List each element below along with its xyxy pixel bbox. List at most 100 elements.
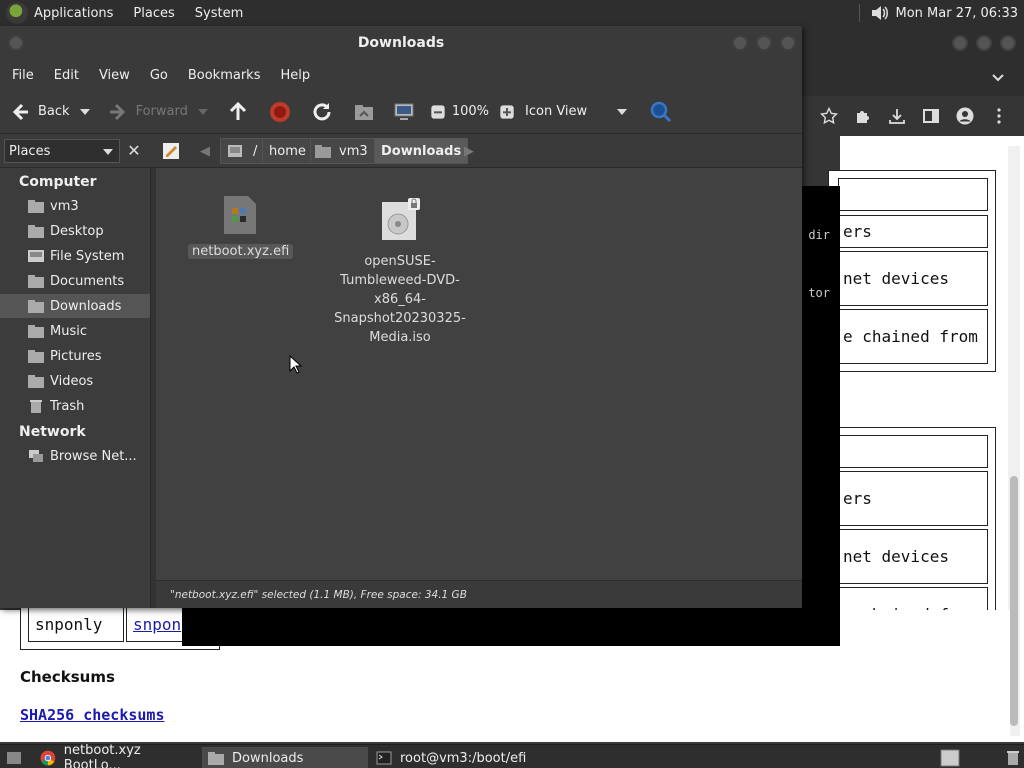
- clock[interactable]: Mon Mar 27, 06:33: [896, 6, 1018, 21]
- web-link-cell[interactable]: snpon: [126, 606, 186, 642]
- sidebar-item-vm3[interactable]: vm3: [0, 194, 150, 218]
- window-menu-button[interactable]: [8, 35, 24, 51]
- path-scroll-right-icon[interactable]: ▶: [464, 138, 474, 164]
- view-mode-select[interactable]: Icon View: [525, 104, 628, 119]
- profile-avatar-icon[interactable]: [956, 107, 974, 125]
- zoom-in-icon: [500, 104, 514, 119]
- applications-menu[interactable]: Applications: [34, 6, 113, 21]
- videos-folder-icon: [28, 375, 44, 388]
- zoom-out-button[interactable]: [430, 104, 446, 120]
- status-bar: "netboot.xyz.efi" selected (1.1 MB), Fre…: [156, 580, 802, 608]
- pictures-folder-icon: [28, 350, 44, 363]
- sidebar-item-videos[interactable]: Videos: [0, 369, 150, 393]
- forward-button[interactable]: Forward: [106, 100, 208, 124]
- sidebar-item-trash[interactable]: Trash: [0, 394, 150, 418]
- top-panel: Applications Places System Mon Mar 27, 0…: [0, 0, 1024, 26]
- taskbar: netboot.xyz BootLo... Downloads root@vm3…: [0, 743, 1024, 768]
- star-icon[interactable]: [819, 106, 839, 125]
- up-button[interactable]: [226, 100, 250, 124]
- browser-toolbar: [800, 96, 1024, 136]
- crumb-home[interactable]: home: [262, 138, 313, 164]
- menu-view[interactable]: View: [89, 68, 140, 83]
- volume-icon[interactable]: [870, 4, 888, 22]
- back-history-dropdown[interactable]: [79, 108, 90, 115]
- sidebar: Computer vm3 Desktop File System Documen…: [0, 168, 150, 608]
- path-scroll-left-icon[interactable]: ◀: [200, 138, 210, 164]
- minimize-button[interactable]: [732, 35, 748, 51]
- terminal-text: dir: [808, 228, 830, 242]
- stop-icon: [269, 101, 290, 122]
- close-sidebar-icon[interactable]: ✕: [124, 139, 144, 163]
- task-browser[interactable]: netboot.xyz BootLo...: [34, 743, 200, 768]
- sidebar-item-browse-network[interactable]: Browse Net...: [0, 444, 150, 468]
- file-name-line: Media.iso: [369, 330, 431, 345]
- sidebar-item-downloads[interactable]: Downloads: [0, 294, 150, 318]
- system-menu[interactable]: System: [195, 6, 243, 21]
- home-button[interactable]: [352, 100, 376, 124]
- show-desktop-button[interactable]: [0, 747, 26, 768]
- zoom-in-button[interactable]: [499, 104, 515, 120]
- view-mode-label: Icon View: [525, 104, 588, 119]
- browser-scrollbar[interactable]: [1008, 146, 1020, 736]
- terminal-text: tor: [808, 286, 830, 300]
- sidebar-item-music[interactable]: Music: [0, 319, 150, 343]
- maximize-button[interactable]: [756, 35, 772, 51]
- download-icon[interactable]: [888, 107, 906, 125]
- extensions-icon[interactable]: [854, 107, 872, 125]
- menu-edit[interactable]: Edit: [44, 68, 89, 83]
- sidebar-selector[interactable]: Places: [4, 139, 120, 163]
- file-item[interactable]: openSUSE- Tumbleweed-DVD- x86_64- Snapsh…: [330, 198, 470, 347]
- scrollbar-thumb[interactable]: [1010, 476, 1018, 726]
- sha256-checksums-link[interactable]: SHA256 checksums: [20, 706, 165, 724]
- fm-titlebar[interactable]: Downloads: [0, 26, 802, 60]
- search-icon: [650, 101, 672, 122]
- workspace-switcher-icon[interactable]: [934, 747, 960, 768]
- computer-button[interactable]: [392, 100, 416, 124]
- checksums-heading: Checksums: [20, 668, 115, 686]
- menu-bookmarks[interactable]: Bookmarks: [178, 68, 271, 83]
- executable-file-icon: [224, 196, 256, 234]
- search-button[interactable]: [649, 100, 673, 124]
- sidebar-item-documents[interactable]: Documents: [0, 269, 150, 293]
- distro-logo-icon[interactable]: [6, 2, 28, 24]
- close-button[interactable]: [780, 35, 796, 51]
- side-panel-icon[interactable]: [922, 107, 940, 125]
- menu-help[interactable]: Help: [270, 68, 320, 83]
- menubar: File Edit View Go Bookmarks Help: [0, 60, 802, 90]
- more-menu-icon[interactable]: [990, 107, 1008, 125]
- maximize-button[interactable]: [976, 35, 992, 51]
- sidebar-item-file-system[interactable]: File System: [0, 244, 150, 268]
- disc-image-file-icon: [382, 198, 420, 240]
- reload-button[interactable]: [310, 100, 334, 124]
- edit-location-icon[interactable]: [162, 138, 180, 164]
- close-button[interactable]: [1000, 35, 1016, 51]
- stop-button[interactable]: [268, 100, 292, 124]
- forward-label: Forward: [135, 104, 188, 119]
- file-item[interactable]: netboot.xyz.efi: [188, 194, 294, 261]
- network-icon: [29, 450, 43, 462]
- zoom-level: 100%: [451, 104, 490, 119]
- crumb-downloads[interactable]: Downloads: [374, 138, 469, 164]
- up-arrow-icon: [229, 101, 246, 120]
- minimize-button[interactable]: [952, 35, 968, 51]
- location-bar: Places ✕ ◀ / home vm3 Downloads ▶: [0, 134, 802, 168]
- desktop-icon: [7, 752, 21, 764]
- menu-go[interactable]: Go: [140, 68, 178, 83]
- chevron-down-icon[interactable]: [992, 72, 1004, 84]
- back-button[interactable]: Back: [8, 100, 90, 124]
- task-downloads[interactable]: Downloads: [202, 747, 368, 768]
- home-folder-icon: [354, 104, 373, 120]
- sidebar-item-desktop[interactable]: Desktop: [0, 219, 150, 243]
- menu-file[interactable]: File: [2, 68, 44, 83]
- file-name-line: Snapshot20230325-: [334, 311, 466, 326]
- forward-history-dropdown[interactable]: [197, 108, 208, 115]
- task-terminal[interactable]: root@vm3:/boot/efi: [370, 747, 550, 768]
- crumb-root[interactable]: /: [220, 138, 268, 164]
- crumb-vm3[interactable]: vm3: [310, 138, 375, 164]
- file-name-line: x86_64-: [374, 292, 426, 307]
- sidebar-item-pictures[interactable]: Pictures: [0, 344, 150, 368]
- file-view[interactable]: netboot.xyz.efi openSUSE- Tumbleweed-DVD…: [156, 168, 802, 580]
- trash-applet-icon[interactable]: [1000, 747, 1020, 768]
- places-menu[interactable]: Places: [133, 6, 174, 21]
- file-name: netboot.xyz.efi: [188, 244, 294, 259]
